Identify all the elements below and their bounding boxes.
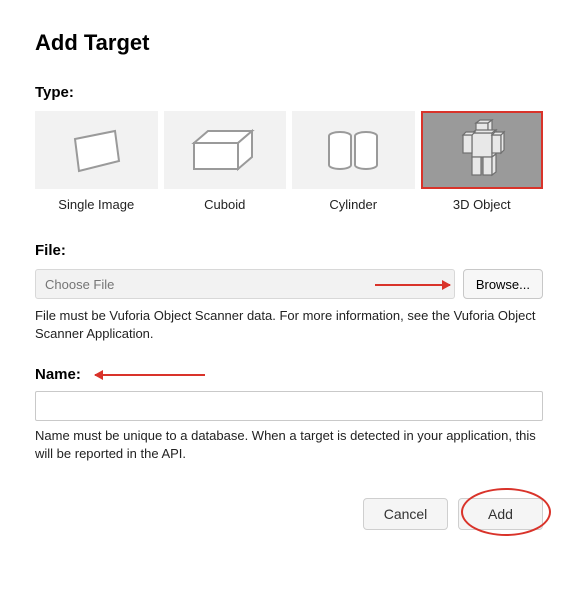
file-label: File:	[35, 242, 543, 259]
cylinder-icon	[292, 111, 415, 189]
name-help-text: Name must be unique to a database. When …	[35, 427, 543, 462]
type-option-label: Cuboid	[204, 197, 245, 212]
type-option-3d-object[interactable]: 3D Object	[421, 111, 544, 212]
type-selector: Single Image Cuboid Cylinder	[35, 111, 543, 212]
type-label: Type:	[35, 84, 543, 101]
cuboid-icon	[164, 111, 287, 189]
add-button[interactable]: Add	[458, 498, 543, 530]
3d-object-icon	[421, 111, 544, 189]
annotation-arrow-browse	[375, 284, 450, 286]
type-option-cylinder[interactable]: Cylinder	[292, 111, 415, 212]
dialog-title: Add Target	[35, 30, 543, 56]
type-option-cuboid[interactable]: Cuboid	[164, 111, 287, 212]
single-image-icon	[35, 111, 158, 189]
type-option-single-image[interactable]: Single Image	[35, 111, 158, 212]
type-option-label: Single Image	[58, 197, 134, 212]
type-option-label: 3D Object	[453, 197, 511, 212]
annotation-arrow-name	[95, 374, 205, 376]
name-input[interactable]	[35, 391, 543, 421]
name-label: Name:	[35, 366, 81, 383]
browse-button[interactable]: Browse...	[463, 269, 543, 299]
type-option-label: Cylinder	[329, 197, 377, 212]
cancel-button[interactable]: Cancel	[363, 498, 448, 530]
file-help-text: File must be Vuforia Object Scanner data…	[35, 307, 543, 342]
